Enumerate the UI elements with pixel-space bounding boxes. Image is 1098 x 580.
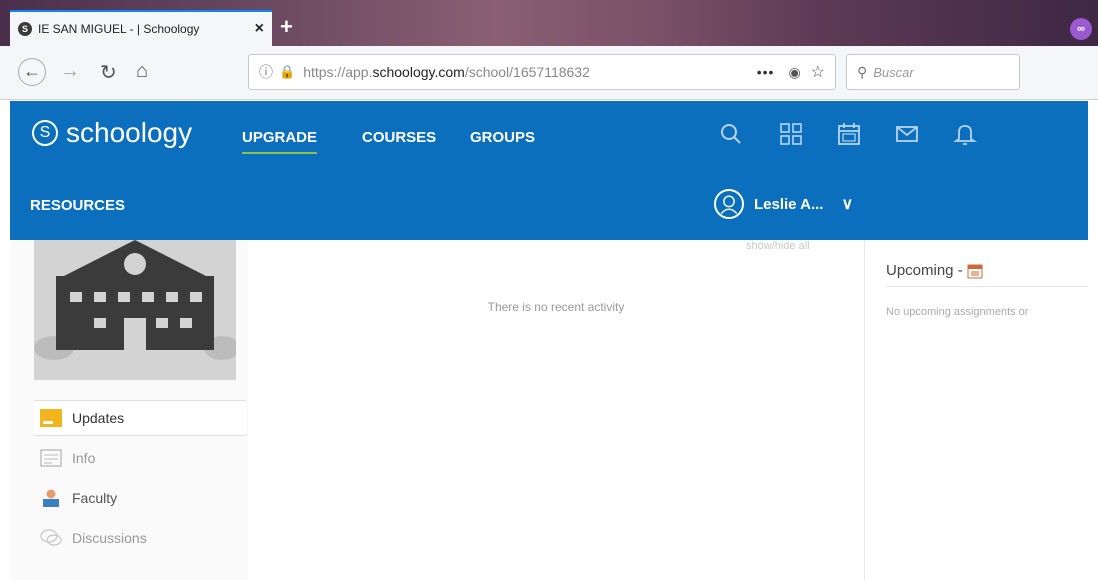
tab-close-button[interactable]: × <box>255 20 264 38</box>
back-button[interactable]: ← <box>18 58 46 86</box>
upcoming-heading: Upcoming - <box>886 262 983 279</box>
url-text[interactable]: https://app.schoology.com/school/1657118… <box>303 64 590 80</box>
calendar-icon[interactable] <box>836 121 862 147</box>
extension-mask-icon[interactable]: ∞ <box>1070 18 1092 40</box>
avatar <box>714 189 744 219</box>
sidebar-item-label: Info <box>72 450 96 466</box>
new-tab-button[interactable]: + <box>280 14 293 40</box>
sidebar-item-discussions[interactable]: Discussions <box>34 520 246 556</box>
tab-title: IE SAN MIGUEL - | Schoology <box>38 22 200 36</box>
bookmark-star-icon[interactable]: ☆ <box>811 62 825 82</box>
sidebar-item-faculty[interactable]: Faculty <box>34 480 246 516</box>
apps-grid-icon[interactable] <box>778 121 804 147</box>
upcoming-title: Upcoming - <box>886 262 963 279</box>
notifications-icon[interactable] <box>952 121 978 147</box>
pocket-icon[interactable]: ◉ <box>788 64 800 81</box>
search-bar[interactable]: ⚲ Buscar <box>846 54 1020 90</box>
schoology-logo-text: schoology <box>66 117 193 148</box>
sidebar-item-label: Faculty <box>72 490 118 506</box>
right-column <box>864 240 1088 580</box>
search-icon: ⚲ <box>857 63 868 80</box>
browser-toolbar: ← → ↻ ⌂ ⓘ 🔒 https://app.schoology.com/sc… <box>0 46 1098 100</box>
sidebar-item-label: Discussions <box>72 530 147 546</box>
school-profile-picture <box>34 240 236 380</box>
search-icon[interactable] <box>718 121 744 147</box>
user-menu[interactable]: Leslie A... ∨ <box>714 189 853 219</box>
schoology-logo[interactable]: S schoology <box>32 117 192 149</box>
reload-button[interactable]: ↻ <box>100 60 117 85</box>
info-icon <box>40 449 62 467</box>
discussions-icon <box>40 529 62 546</box>
updates-icon <box>40 409 62 427</box>
nav-resources[interactable]: RESOURCES <box>30 197 125 214</box>
chevron-down-icon[interactable]: ∨ <box>841 194 853 214</box>
divider <box>886 286 1088 287</box>
nav-courses[interactable]: COURSES <box>362 129 436 146</box>
browser-tab-strip: S IE SAN MIGUEL - | Schoology × + ∞ <box>0 0 1098 46</box>
nav-upgrade[interactable]: UPGRADE <box>242 129 318 154</box>
user-name: Leslie A... <box>754 195 824 213</box>
search-placeholder: Buscar <box>873 64 914 80</box>
page-info-icon[interactable]: ⓘ <box>259 62 273 82</box>
page-actions-button[interactable]: ••• <box>757 64 775 80</box>
upcoming-empty-message: No upcoming assignments or <box>886 306 1029 318</box>
schoology-header: S schoology UPGRADE COURSES GROUPS RESOU… <box>10 101 1088 240</box>
calendar-icon[interactable] <box>967 263 983 279</box>
sidebar-item-info[interactable]: Info <box>34 440 246 476</box>
sidebar-item-label: Updates <box>72 410 125 426</box>
schoology-favicon-icon: S <box>18 22 32 36</box>
recent-activity-feed <box>262 240 850 580</box>
nav-groups[interactable]: GROUPS <box>470 129 535 146</box>
schoology-logo-icon: S <box>32 120 58 146</box>
lock-icon: 🔒 <box>279 64 296 79</box>
faculty-icon <box>43 489 59 507</box>
address-bar[interactable]: ⓘ 🔒 https://app.schoology.com/school/165… <box>248 54 836 90</box>
forward-button[interactable]: → <box>60 60 80 83</box>
messages-icon[interactable] <box>894 121 920 147</box>
browser-tab[interactable]: S IE SAN MIGUEL - | Schoology × <box>10 10 272 46</box>
home-button[interactable]: ⌂ <box>136 60 148 83</box>
empty-activity-message: There is no recent activity <box>487 300 625 314</box>
sidebar-item-updates[interactable]: Updates <box>34 400 246 436</box>
show-hide-link[interactable]: show/hide all <box>746 240 810 252</box>
